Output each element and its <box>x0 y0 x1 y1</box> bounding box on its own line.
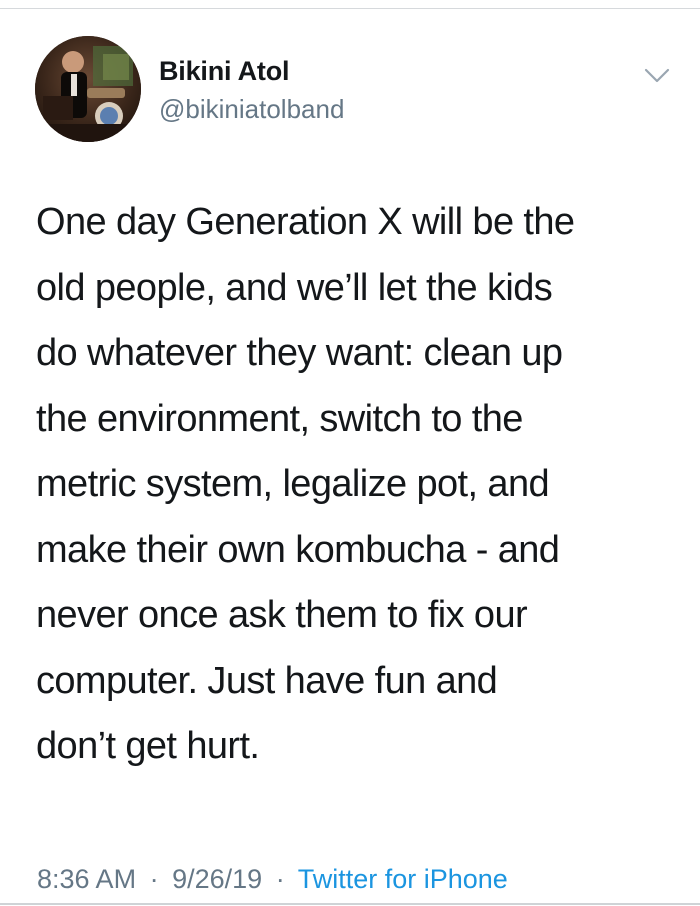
tweet-date[interactable]: 9/26/19 <box>172 864 262 894</box>
tweet-source-link[interactable]: Twitter for iPhone <box>298 864 508 894</box>
avatar-image <box>35 36 141 142</box>
tweet-header: Bikini Atol @bikiniatolband <box>35 36 675 146</box>
top-divider <box>0 8 700 9</box>
tweet-text: One day Generation X will be the old peo… <box>36 201 575 767</box>
tweet-time[interactable]: 8:36 AM <box>37 864 136 894</box>
meta-separator-2: · <box>275 864 285 894</box>
tweet-meta: 8:36 AM · 9/26/19 · Twitter for iPhone <box>37 862 508 896</box>
display-name[interactable]: Bikini Atol <box>159 54 344 88</box>
user-handle[interactable]: @bikiniatolband <box>159 92 344 126</box>
avatar[interactable] <box>35 36 141 142</box>
chevron-down-icon[interactable] <box>642 60 672 90</box>
user-names: Bikini Atol @bikiniatolband <box>159 54 344 126</box>
bottom-divider <box>0 903 700 905</box>
meta-separator: · <box>149 864 159 894</box>
